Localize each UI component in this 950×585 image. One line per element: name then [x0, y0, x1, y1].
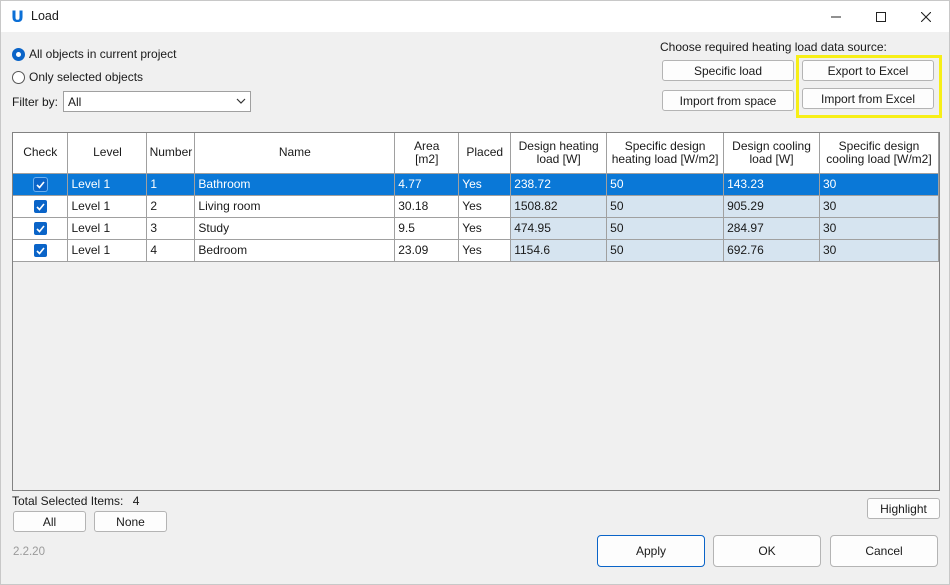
close-button[interactable]	[903, 1, 949, 32]
radio-selected-objects-label: Only selected objects	[29, 70, 144, 84]
header-col-specific-heating[interactable]: Specific design heating load [W/m2]	[606, 133, 725, 174]
cell-heat[interactable]: 238.72	[510, 173, 608, 196]
cell-cool[interactable]: 284.97	[723, 217, 820, 240]
cell-scool[interactable]: 30	[819, 195, 939, 218]
cell-number[interactable]: 2	[146, 195, 196, 218]
radio-unchecked-icon[interactable]	[12, 70, 25, 84]
row-check-cell[interactable]	[13, 217, 69, 240]
cancel-button[interactable]: Cancel	[830, 535, 938, 567]
cell-name[interactable]: Bedroom	[194, 239, 396, 262]
header-col-specific-cooling[interactable]: Specific design cooling load [W/m2]	[819, 133, 939, 174]
cell-name[interactable]: Bathroom	[194, 173, 396, 196]
cell-level[interactable]: Level 1	[67, 173, 148, 196]
radio-all-objects-label: All objects in current project	[29, 47, 177, 61]
load-dialog: U Load All objects in current project On…	[0, 0, 950, 585]
cell-cool[interactable]: 692.76	[723, 239, 820, 262]
cell-scool[interactable]: 30	[819, 173, 939, 196]
header-col-name[interactable]: Name	[194, 133, 396, 174]
total-selected: Total Selected Items: 4	[12, 494, 139, 508]
cell-number[interactable]: 4	[146, 239, 196, 262]
cell-cool[interactable]: 905.29	[723, 195, 820, 218]
maximize-icon	[876, 11, 886, 22]
cell-placed[interactable]: Yes	[458, 173, 512, 196]
table-row[interactable]: Level 1 2 Living room 30.18 Yes 1508.82 50 905.…	[13, 195, 939, 218]
cell-sheat[interactable]: 50	[606, 195, 725, 218]
radio-all-objects[interactable]: All objects in current project	[12, 47, 176, 61]
row-check-cell[interactable]	[13, 239, 69, 262]
apply-button[interactable]: Apply	[597, 535, 705, 567]
cell-heat[interactable]: 1508.82	[510, 195, 608, 218]
cell-level[interactable]: Level 1	[67, 239, 148, 262]
header-col-check[interactable]: Check	[13, 133, 69, 174]
cell-sheat[interactable]: 50	[606, 217, 725, 240]
highlight-button[interactable]: Highlight	[867, 498, 940, 519]
cell-sheat[interactable]: 50	[606, 173, 725, 196]
select-all-button[interactable]: All	[13, 511, 86, 532]
checkbox-checked-icon[interactable]	[33, 178, 47, 192]
close-icon	[921, 11, 931, 22]
ok-button[interactable]: OK	[713, 535, 821, 567]
header-col-level[interactable]: Level	[67, 133, 148, 174]
title-bar: U Load	[1, 1, 949, 32]
filter-dropdown[interactable]: All	[63, 91, 251, 112]
chevron-down-icon	[236, 98, 246, 104]
import-from-space-button[interactable]: Import from space	[662, 90, 794, 111]
cell-heat[interactable]: 474.95	[510, 217, 608, 240]
cell-scool[interactable]: 30	[819, 217, 939, 240]
table-row[interactable]: Level 1 3 Study 9.5 Yes 474.95 50 284.97 30	[13, 217, 939, 240]
header-col-design-cooling[interactable]: Design cooling load [W]	[723, 133, 820, 174]
table-header-row: Check Level Number Name Area [m2] Placed Desig…	[13, 133, 939, 174]
checkbox-checked-icon[interactable]	[33, 200, 47, 214]
cell-number[interactable]: 1	[146, 173, 196, 196]
checkbox-checked-icon[interactable]	[33, 222, 47, 236]
radio-selected-objects[interactable]: Only selected objects	[12, 70, 143, 84]
cell-level[interactable]: Level 1	[67, 217, 148, 240]
select-none-button[interactable]: None	[94, 511, 167, 532]
load-data-grid[interactable]: Check Level Number Name Area [m2] Placed Desig…	[12, 132, 940, 491]
app-logo-icon: U	[11, 7, 24, 26]
header-col-placed[interactable]: Placed	[458, 133, 512, 174]
header-col-number[interactable]: Number	[146, 133, 196, 174]
cell-placed[interactable]: Yes	[458, 239, 512, 262]
minimize-icon	[831, 16, 841, 17]
cell-number[interactable]: 3	[146, 217, 196, 240]
specific-load-button[interactable]: Specific load	[662, 60, 794, 81]
cell-placed[interactable]: Yes	[458, 195, 512, 218]
cell-name[interactable]: Study	[194, 217, 396, 240]
cell-heat[interactable]: 1154.6	[510, 239, 608, 262]
total-selected-label: Total Selected Items:	[12, 494, 124, 508]
cell-sheat[interactable]: 50	[606, 239, 725, 262]
cell-area[interactable]: 30.18	[394, 195, 460, 218]
radio-checked-icon[interactable]	[12, 47, 25, 61]
cell-area[interactable]: 4.77	[394, 173, 460, 196]
header-col-area[interactable]: Area [m2]	[394, 133, 460, 174]
annotation-highlight-box	[796, 55, 942, 118]
table-row[interactable]: Level 1 1 Bathroom 4.77 Yes 238.72 50 143.23 30	[13, 173, 939, 196]
cell-level[interactable]: Level 1	[67, 195, 148, 218]
header-col-design-heating[interactable]: Design heating load [W]	[510, 133, 608, 174]
load-table: Check Level Number Name Area [m2] Placed Desig…	[13, 133, 939, 262]
window-title: Load	[31, 9, 59, 23]
row-check-cell[interactable]	[13, 195, 69, 218]
total-selected-value: 4	[132, 494, 140, 508]
cell-area[interactable]: 9.5	[394, 217, 460, 240]
cell-scool[interactable]: 30	[819, 239, 939, 262]
filter-value: All	[68, 95, 82, 109]
cell-placed[interactable]: Yes	[458, 217, 512, 240]
minimize-button[interactable]	[813, 1, 859, 32]
version-text: 2.2.20	[13, 546, 45, 558]
table-row[interactable]: Level 1 4 Bedroom 23.09 Yes 1154.6 50 692.76 30	[13, 239, 939, 262]
checkbox-checked-icon[interactable]	[33, 244, 47, 258]
maximize-button[interactable]	[858, 1, 904, 32]
cell-name[interactable]: Living room	[194, 195, 396, 218]
filter-label: Filter by:	[12, 95, 59, 109]
cell-area[interactable]: 23.09	[394, 239, 460, 262]
cell-cool[interactable]: 143.23	[723, 173, 820, 196]
row-check-cell[interactable]	[13, 173, 69, 196]
data-source-label: Choose required heating load data source…	[660, 40, 887, 54]
